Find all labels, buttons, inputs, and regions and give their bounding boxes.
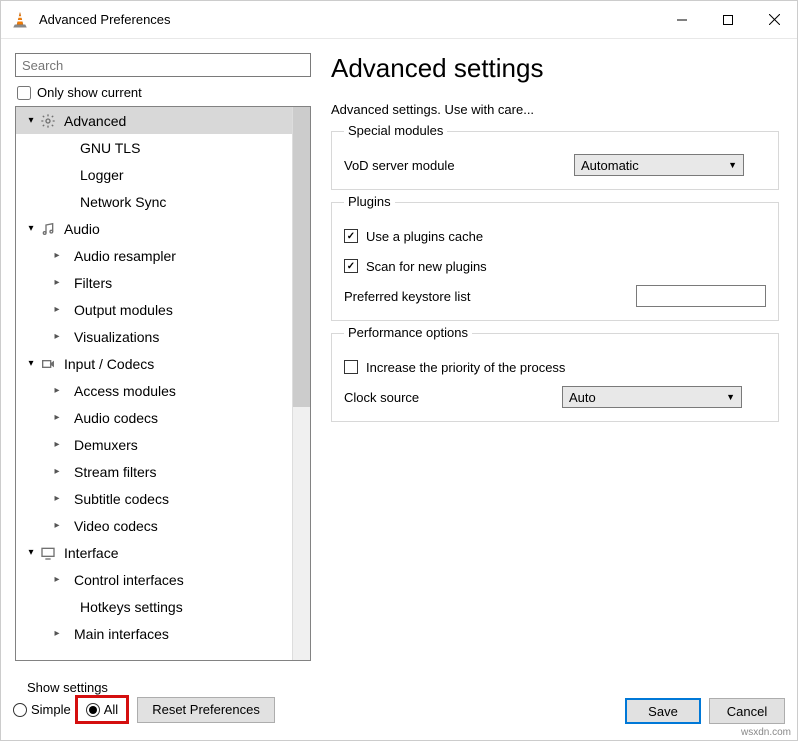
radio-icon <box>13 703 27 717</box>
tree-item-gnu-tls[interactable]: GNU TLS <box>16 134 292 161</box>
only-show-current-checkbox[interactable]: Only show current <box>17 85 311 100</box>
search-input[interactable] <box>15 53 311 77</box>
save-button[interactable]: Save <box>625 698 701 724</box>
minimize-button[interactable] <box>659 4 705 36</box>
tree-item-stream-filters[interactable]: ▸Stream filters <box>16 458 292 485</box>
radio-icon <box>86 703 100 717</box>
tree-item-audio[interactable]: ▾ Audio <box>16 215 292 242</box>
audio-icon <box>38 221 58 237</box>
chevron-right-icon: ▸ <box>50 466 64 477</box>
tree-item-video-codecs[interactable]: ▸Video codecs <box>16 512 292 539</box>
radio-simple[interactable]: Simple <box>13 702 71 717</box>
chevron-right-icon: ▸ <box>50 331 64 342</box>
page-description: Advanced settings. Use with care... <box>331 102 779 117</box>
chevron-right-icon: ▸ <box>50 250 64 261</box>
chevron-right-icon: ▸ <box>50 520 64 531</box>
tree-item-input-codecs[interactable]: ▾ Input / Codecs <box>16 350 292 377</box>
chevron-right-icon: ▸ <box>50 628 64 639</box>
tree-item-demuxers[interactable]: ▸Demuxers <box>16 431 292 458</box>
clock-source-label: Clock source <box>344 390 562 405</box>
chevron-down-icon: ▼ <box>728 160 737 170</box>
chevron-right-icon: ▸ <box>50 412 64 423</box>
cancel-button[interactable]: Cancel <box>709 698 785 724</box>
chevron-right-icon: ▸ <box>50 493 64 504</box>
tree-item-audio-codecs[interactable]: ▸Audio codecs <box>16 404 292 431</box>
tree-item-network-sync[interactable]: Network Sync <box>16 188 292 215</box>
window-title: Advanced Preferences <box>39 12 659 27</box>
scrollbar-thumb[interactable] <box>293 107 310 407</box>
radio-all[interactable]: All <box>86 702 118 717</box>
chevron-down-icon: ▼ <box>726 392 735 402</box>
page-title: Advanced settings <box>331 53 779 84</box>
legend-performance: Performance options <box>344 325 472 340</box>
vod-server-select[interactable]: Automatic ▼ <box>574 154 744 176</box>
gear-icon <box>38 113 58 129</box>
highlight-all-radio: All <box>75 695 129 724</box>
tree-item-interface[interactable]: ▾ Interface <box>16 539 292 566</box>
legend-special-modules: Special modules <box>344 123 447 138</box>
maximize-button[interactable] <box>705 4 751 36</box>
tree-item-advanced[interactable]: ▾ Advanced <box>16 107 292 134</box>
increase-priority-checkbox[interactable] <box>344 360 358 374</box>
chevron-right-icon: ▸ <box>50 439 64 450</box>
chevron-right-icon: ▸ <box>50 304 64 315</box>
vod-server-label: VoD server module <box>344 158 574 173</box>
reset-preferences-button[interactable]: Reset Preferences <box>137 697 275 723</box>
tree-scrollbar[interactable] <box>292 107 310 660</box>
tree-item-main-interfaces[interactable]: ▸Main interfaces <box>16 620 292 647</box>
chevron-down-icon: ▾ <box>24 115 38 126</box>
scan-new-plugins-checkbox[interactable]: ✓ <box>344 259 358 273</box>
keystore-label: Preferred keystore list <box>344 289 574 304</box>
vlc-icon <box>11 11 29 29</box>
chevron-right-icon: ▸ <box>50 277 64 288</box>
use-plugins-cache-checkbox[interactable]: ✓ <box>344 229 358 243</box>
only-show-current-label: Only show current <box>37 85 142 100</box>
watermark: wsxdn.com <box>741 727 791 738</box>
chevron-right-icon: ▸ <box>50 574 64 585</box>
tree-item-access-modules[interactable]: ▸Access modules <box>16 377 292 404</box>
tree-item-subtitle-codecs[interactable]: ▸Subtitle codecs <box>16 485 292 512</box>
titlebar: Advanced Preferences <box>1 1 797 39</box>
chevron-down-icon: ▾ <box>24 223 38 234</box>
use-plugins-cache-label: Use a plugins cache <box>366 229 483 244</box>
tree-item-visualizations[interactable]: ▸Visualizations <box>16 323 292 350</box>
show-settings-label: Show settings <box>27 680 108 695</box>
increase-priority-label: Increase the priority of the process <box>366 360 565 375</box>
fieldset-plugins: Plugins ✓ Use a plugins cache ✓ Scan for… <box>331 202 779 321</box>
tree-item-control-interfaces[interactable]: ▸Control interfaces <box>16 566 292 593</box>
chevron-right-icon: ▸ <box>50 385 64 396</box>
only-show-current-box[interactable] <box>17 86 31 100</box>
chevron-down-icon: ▾ <box>24 547 38 558</box>
window-controls <box>659 4 797 36</box>
fieldset-performance: Performance options Increase the priorit… <box>331 333 779 422</box>
fieldset-special-modules: Special modules VoD server module Automa… <box>331 131 779 190</box>
tree-label: Advanced <box>64 113 126 129</box>
tree-item-audio-resampler[interactable]: ▸Audio resampler <box>16 242 292 269</box>
tree-item-filters[interactable]: ▸Filters <box>16 269 292 296</box>
interface-icon <box>38 545 58 561</box>
codec-icon <box>38 356 58 372</box>
close-button[interactable] <box>751 4 797 36</box>
keystore-input[interactable] <box>636 285 766 307</box>
clock-source-select[interactable]: Auto ▼ <box>562 386 742 408</box>
tree-item-logger[interactable]: Logger <box>16 161 292 188</box>
scan-new-plugins-label: Scan for new plugins <box>366 259 487 274</box>
settings-tree[interactable]: ▾ Advanced GNU TLS Logger Network Sync ▾… <box>16 107 292 660</box>
chevron-down-icon: ▾ <box>24 358 38 369</box>
tree-item-output-modules[interactable]: ▸Output modules <box>16 296 292 323</box>
legend-plugins: Plugins <box>344 194 395 209</box>
tree-item-hotkeys-settings[interactable]: Hotkeys settings <box>16 593 292 620</box>
